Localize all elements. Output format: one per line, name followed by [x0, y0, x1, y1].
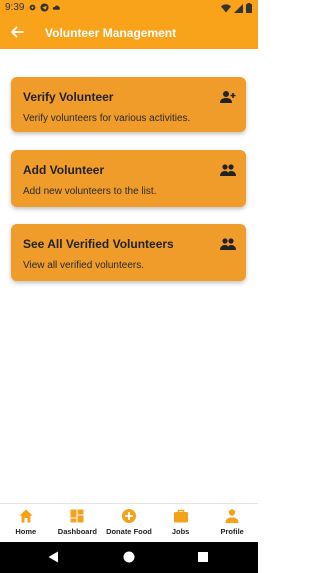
battery-icon	[246, 3, 252, 13]
card-title: Verify Volunteer	[23, 90, 114, 104]
add-circle-icon	[121, 509, 136, 523]
page-title: Volunteer Management	[45, 26, 177, 40]
status-notification-icons	[28, 3, 61, 12]
nav-label: Profile	[220, 527, 244, 536]
nav-item-dashboard[interactable]: Dashboard	[52, 504, 104, 542]
card-description: Add new volunteers to the list.	[23, 186, 157, 197]
status-bar: 9:39	[0, 0, 258, 16]
settings-gear-icon	[29, 4, 36, 11]
person-icon	[225, 509, 239, 523]
back-triangle-icon[interactable]	[48, 551, 59, 563]
add-volunteer-card[interactable]: Add Volunteer Add new volunteers to the …	[11, 150, 246, 207]
telegram-icon	[40, 3, 49, 12]
recents-square-icon[interactable]	[198, 552, 208, 562]
card-description: View all verified volunteers.	[23, 260, 144, 271]
status-system-icons	[221, 3, 252, 13]
card-title: See All Verified Volunteers	[23, 237, 174, 251]
app-bar: Volunteer Management	[0, 16, 258, 49]
briefcase-icon	[173, 509, 188, 523]
home-icon	[19, 509, 33, 523]
nav-item-jobs[interactable]: Jobs	[155, 504, 207, 542]
nav-label: Jobs	[171, 527, 190, 536]
wifi-icon	[221, 3, 231, 12]
bottom-navigation: Home Dashboard Donate Food Jobs Profile	[0, 503, 258, 542]
nav-label: Dashboard	[57, 527, 97, 536]
see-verified-volunteers-card[interactable]: See All Verified Volunteers View all ver…	[11, 224, 246, 281]
home-circle-icon[interactable]	[123, 551, 135, 563]
nav-item-donate-food[interactable]: Donate Food	[103, 504, 155, 542]
verify-volunteer-card[interactable]: Verify Volunteer Verify volunteers for v…	[11, 77, 246, 132]
people-icon	[220, 238, 236, 250]
system-navigation-bar	[0, 542, 258, 573]
card-description: Verify volunteers for various activities…	[23, 113, 191, 124]
signal-icon	[234, 3, 243, 13]
nav-item-home[interactable]: Home	[0, 504, 52, 542]
people-icon	[220, 164, 236, 176]
dashboard-icon	[70, 509, 84, 523]
cloud-icon	[52, 5, 60, 10]
nav-item-profile[interactable]: Profile	[206, 504, 258, 542]
nav-label: Donate Food	[106, 527, 152, 536]
person-add-icon	[220, 91, 236, 103]
arrow-left-icon[interactable]	[9, 24, 25, 40]
card-title: Add Volunteer	[23, 163, 105, 177]
nav-label: Home	[15, 527, 37, 536]
status-time: 9:39	[5, 2, 25, 13]
